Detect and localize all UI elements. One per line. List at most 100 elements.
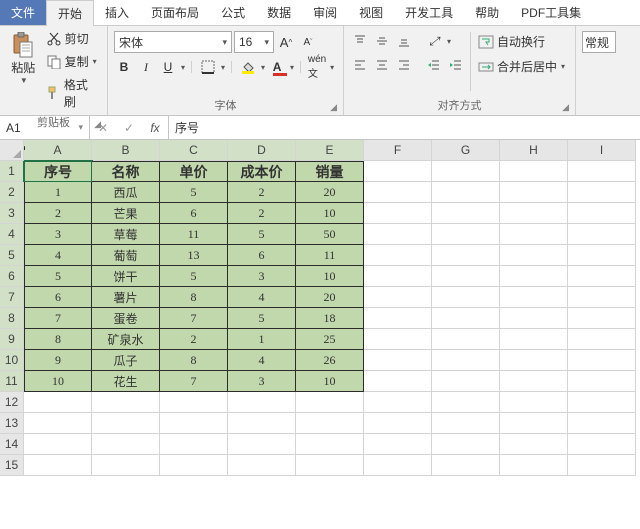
tab-view[interactable]: 视图 bbox=[348, 0, 394, 25]
cell[interactable]: 2 bbox=[160, 329, 228, 350]
row-header[interactable]: 11 bbox=[0, 371, 24, 392]
cell[interactable]: 蛋卷 bbox=[92, 308, 160, 329]
cell[interactable]: 7 bbox=[160, 308, 228, 329]
column-header[interactable]: G bbox=[432, 140, 500, 161]
cell[interactable]: 6 bbox=[24, 287, 92, 308]
cell[interactable] bbox=[500, 224, 568, 245]
cell[interactable] bbox=[296, 392, 364, 413]
column-header[interactable]: C bbox=[160, 140, 228, 161]
tab-pdf-tools[interactable]: PDF工具集 bbox=[510, 0, 592, 25]
cell[interactable]: 4 bbox=[228, 287, 296, 308]
dialog-launcher-icon[interactable]: ◢ bbox=[330, 102, 337, 113]
cell[interactable] bbox=[364, 203, 432, 224]
cell[interactable]: 6 bbox=[228, 245, 296, 266]
cell[interactable]: 11 bbox=[296, 245, 364, 266]
row-header[interactable]: 3 bbox=[0, 203, 24, 224]
cell[interactable] bbox=[92, 455, 160, 476]
cell[interactable] bbox=[568, 224, 636, 245]
cell[interactable]: 50 bbox=[296, 224, 364, 245]
dialog-launcher-icon[interactable]: ◢ bbox=[562, 102, 569, 113]
row-header[interactable]: 8 bbox=[0, 308, 24, 329]
cell[interactable] bbox=[24, 413, 92, 434]
cell[interactable] bbox=[296, 455, 364, 476]
row-header[interactable]: 12 bbox=[0, 392, 24, 413]
row-header[interactable]: 7 bbox=[0, 287, 24, 308]
tab-insert[interactable]: 插入 bbox=[94, 0, 140, 25]
cell[interactable] bbox=[432, 350, 500, 371]
cell[interactable]: 1 bbox=[24, 182, 92, 203]
cell[interactable]: 3 bbox=[228, 371, 296, 392]
align-top-button[interactable] bbox=[350, 31, 370, 51]
cell[interactable] bbox=[432, 182, 500, 203]
cell[interactable]: 花生 bbox=[92, 371, 160, 392]
cell[interactable] bbox=[568, 329, 636, 350]
row-header[interactable]: 5 bbox=[0, 245, 24, 266]
tab-developer[interactable]: 开发工具 bbox=[394, 0, 464, 25]
tab-page-layout[interactable]: 页面布局 bbox=[140, 0, 210, 25]
cell[interactable]: 25 bbox=[296, 329, 364, 350]
tab-home[interactable]: 开始 bbox=[46, 0, 94, 26]
accept-formula-button[interactable]: ✓ bbox=[116, 121, 142, 135]
increase-indent-button[interactable] bbox=[446, 55, 466, 75]
cell[interactable] bbox=[160, 413, 228, 434]
spreadsheet-grid[interactable]: ABCDEFGHI1序号名称单价成本价销量21西瓜522032芒果621043草… bbox=[0, 140, 640, 476]
column-header[interactable]: D bbox=[228, 140, 296, 161]
cell[interactable]: 瓜子 bbox=[92, 350, 160, 371]
cell[interactable] bbox=[24, 434, 92, 455]
cell[interactable] bbox=[296, 434, 364, 455]
cell[interactable]: 2 bbox=[24, 203, 92, 224]
row-header[interactable]: 13 bbox=[0, 413, 24, 434]
phonetic-button[interactable]: wén文 bbox=[307, 57, 327, 77]
cell[interactable]: 8 bbox=[160, 287, 228, 308]
cell[interactable]: 10 bbox=[296, 266, 364, 287]
cell[interactable]: 5 bbox=[24, 266, 92, 287]
cell[interactable]: 13 bbox=[160, 245, 228, 266]
cell[interactable] bbox=[364, 392, 432, 413]
paste-button[interactable]: 粘贴 ▼ bbox=[6, 28, 41, 88]
row-header[interactable]: 15 bbox=[0, 455, 24, 476]
align-middle-button[interactable] bbox=[372, 31, 392, 51]
cell[interactable] bbox=[568, 203, 636, 224]
cell[interactable] bbox=[432, 329, 500, 350]
align-left-button[interactable] bbox=[350, 55, 370, 75]
cell[interactable] bbox=[500, 434, 568, 455]
copy-button[interactable]: 复制 ▾ bbox=[43, 51, 101, 72]
cell[interactable]: 10 bbox=[296, 203, 364, 224]
font-size-combo[interactable]: 16▾ bbox=[234, 31, 274, 53]
cell[interactable] bbox=[568, 308, 636, 329]
cell[interactable] bbox=[432, 203, 500, 224]
cell[interactable]: 单价 bbox=[160, 161, 228, 182]
cell[interactable]: 10 bbox=[296, 371, 364, 392]
bold-button[interactable]: B bbox=[114, 57, 134, 77]
border-button[interactable] bbox=[198, 57, 218, 77]
column-header[interactable]: A bbox=[24, 140, 92, 161]
format-painter-button[interactable]: 格式刷 bbox=[43, 74, 101, 112]
cell[interactable] bbox=[432, 371, 500, 392]
cell[interactable]: 9 bbox=[24, 350, 92, 371]
cell[interactable] bbox=[568, 350, 636, 371]
cell[interactable]: 7 bbox=[160, 371, 228, 392]
number-format-combo[interactable]: 常规 bbox=[582, 31, 616, 53]
cell[interactable] bbox=[364, 308, 432, 329]
cell[interactable] bbox=[228, 413, 296, 434]
cell[interactable] bbox=[160, 392, 228, 413]
cell[interactable] bbox=[228, 392, 296, 413]
chevron-down-icon[interactable]: ▾ bbox=[261, 63, 265, 72]
insert-function-button[interactable]: fx bbox=[142, 121, 168, 135]
fill-color-button[interactable] bbox=[238, 57, 258, 77]
cell[interactable]: 芒果 bbox=[92, 203, 160, 224]
cell[interactable]: 饼干 bbox=[92, 266, 160, 287]
decrease-indent-button[interactable] bbox=[424, 55, 444, 75]
cell[interactable] bbox=[24, 455, 92, 476]
cell[interactable]: 4 bbox=[24, 245, 92, 266]
cell[interactable] bbox=[568, 161, 636, 182]
cell[interactable] bbox=[500, 203, 568, 224]
row-header[interactable]: 4 bbox=[0, 224, 24, 245]
cell[interactable]: 矿泉水 bbox=[92, 329, 160, 350]
tab-review[interactable]: 审阅 bbox=[302, 0, 348, 25]
chevron-down-icon[interactable]: ▾ bbox=[221, 63, 225, 72]
cell[interactable] bbox=[364, 182, 432, 203]
row-header[interactable]: 9 bbox=[0, 329, 24, 350]
cell[interactable]: 4 bbox=[228, 350, 296, 371]
cell[interactable]: 葡萄 bbox=[92, 245, 160, 266]
